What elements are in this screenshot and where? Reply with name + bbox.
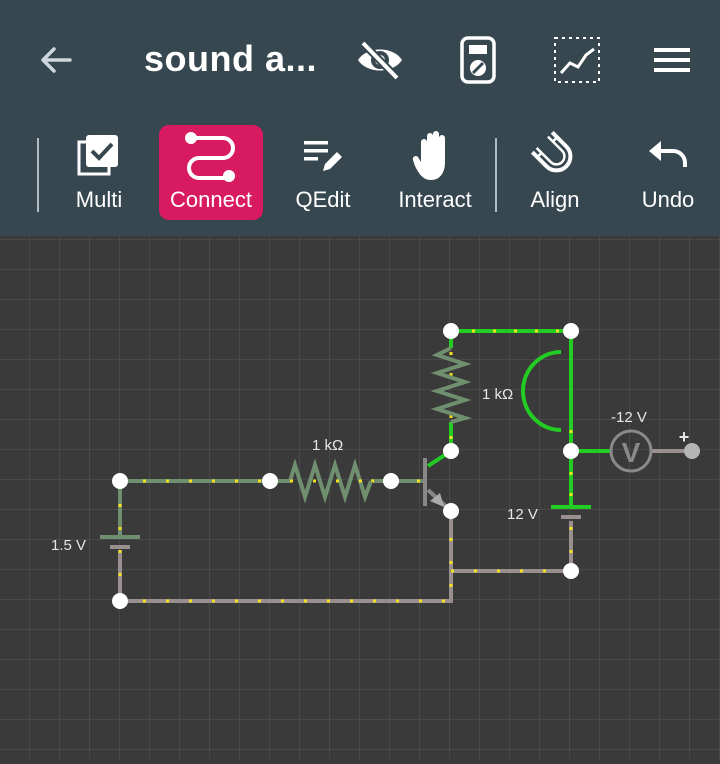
node[interactable]	[443, 503, 459, 519]
voltmeter-plus-label: +	[679, 427, 690, 447]
back-button[interactable]	[30, 38, 82, 82]
hand-icon	[412, 131, 445, 180]
tool-label: Align	[530, 187, 580, 212]
eye-off-icon	[358, 40, 402, 81]
voltmeter-reading: -12 V	[611, 409, 647, 426]
battery-input-label: 1.5 V	[51, 537, 86, 554]
connect-icon	[185, 132, 235, 182]
node[interactable]	[563, 323, 579, 339]
divider	[495, 138, 497, 212]
grid-background	[0, 236, 720, 759]
app-bar: sound a...	[0, 0, 720, 120]
tool-bar: t Multi Connect	[0, 120, 720, 236]
node[interactable]	[112, 593, 128, 609]
circuit-canvas[interactable]: 1 kΩ 1 kΩ 1.5 V 12 V V -12 V +	[0, 236, 720, 759]
arrow-left-icon	[41, 47, 72, 73]
node[interactable]	[262, 473, 278, 489]
tool-align[interactable]: Align	[520, 125, 590, 220]
undo-icon	[649, 141, 687, 167]
graph-icon	[554, 37, 600, 83]
tool-undo[interactable]: Undo	[632, 125, 704, 220]
resistor-base-label: 1 kΩ	[312, 437, 343, 454]
tool-multi[interactable]: Multi	[64, 125, 134, 220]
node[interactable]	[563, 563, 579, 579]
tool-label: QEdit	[295, 187, 351, 212]
tool-label: Multi	[75, 187, 123, 212]
tool-connect[interactable]: Connect	[159, 125, 263, 220]
node[interactable]	[383, 473, 399, 489]
hamburger-menu-icon	[654, 48, 690, 72]
tool-interact[interactable]: Interact	[392, 125, 478, 220]
magnet-icon	[531, 131, 573, 173]
page-title: sound a...	[144, 38, 318, 79]
node[interactable]	[112, 473, 128, 489]
divider	[37, 138, 39, 212]
tool-label: Connect	[170, 187, 252, 212]
node[interactable]	[443, 443, 459, 459]
multi-select-icon	[77, 135, 118, 176]
voltmeter-symbol: V	[622, 437, 641, 468]
multimeter-icon	[460, 36, 496, 84]
menu-button[interactable]	[648, 40, 696, 80]
node[interactable]	[563, 443, 579, 459]
toggle-visibility-button[interactable]	[352, 36, 408, 84]
battery-supply-label: 12 V	[507, 506, 538, 523]
tool-label: Interact	[398, 187, 472, 212]
tool-qedit[interactable]: QEdit	[288, 125, 358, 220]
graph-button[interactable]	[550, 34, 604, 86]
multimeter-button[interactable]	[455, 34, 501, 86]
node[interactable]	[443, 323, 459, 339]
tool-label: Undo	[641, 187, 695, 212]
resistor-collector-label: 1 kΩ	[482, 386, 513, 403]
quick-edit-icon	[304, 141, 342, 171]
voltmeter-probe-terminal[interactable]	[684, 443, 700, 459]
